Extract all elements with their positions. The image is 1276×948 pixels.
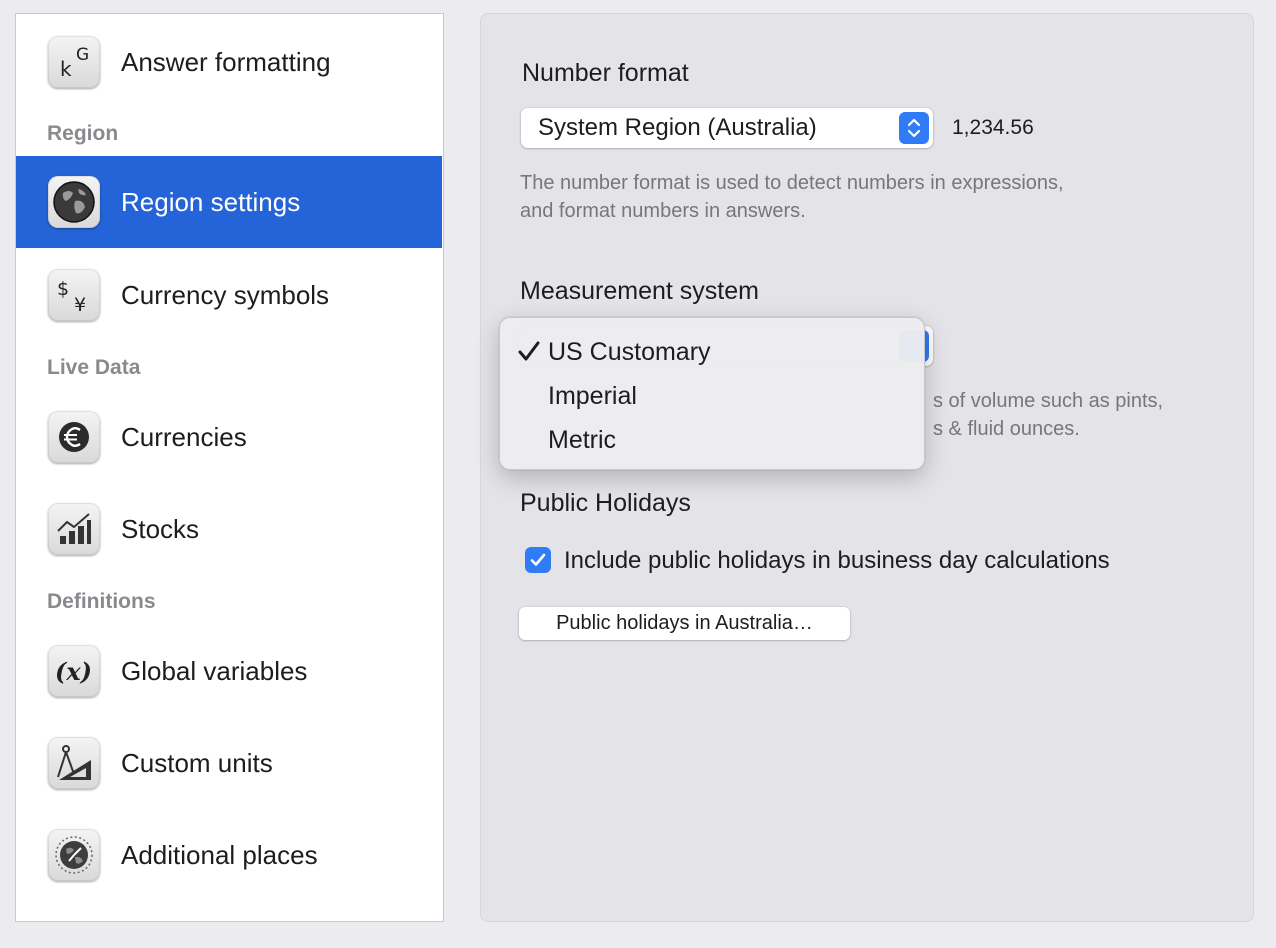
measurement-description-line2: s & fluid ounces. — [933, 418, 1080, 440]
icon-glyph-k: k — [60, 57, 72, 81]
sidebar-item-label: Additional places — [121, 839, 318, 870]
sidebar-item-currency-symbols[interactable]: $ ¥ Currency symbols — [16, 249, 442, 341]
icon-glyph-yen: ¥ — [74, 294, 86, 315]
sidebar-item-custom-units[interactable]: Custom units — [16, 717, 442, 809]
number-format-example: 1,234.56 — [952, 116, 1034, 139]
sidebar-item-label: Stocks — [121, 513, 200, 544]
sidebar-item-label: Global variables — [121, 655, 308, 686]
sidebar-item-label: Custom units — [121, 747, 273, 778]
globe-icon — [48, 176, 100, 228]
menu-item-us-customary[interactable]: US Customary — [500, 330, 924, 374]
number-format-popup[interactable]: System Region (Australia) — [521, 108, 933, 148]
measurement-system-menu: US Customary Imperial Metric — [499, 317, 925, 470]
answer-formatting-icon: k G — [48, 36, 100, 88]
chevron-up-down-icon — [899, 112, 929, 144]
section-region: Region — [47, 122, 119, 145]
menu-item-label: Metric — [548, 426, 617, 454]
menu-item-metric[interactable]: Metric — [500, 418, 924, 462]
include-holidays-checkbox[interactable] — [525, 547, 551, 573]
checkmark-icon — [530, 553, 546, 566]
sidebar-item-global-variables[interactable]: (x) Global variables — [16, 625, 442, 717]
measurement-system-heading: Measurement system — [520, 277, 759, 305]
icon-glyph-dollar: $ — [57, 278, 69, 300]
icon-glyph-x: (x) — [55, 657, 92, 686]
menu-item-label: Imperial — [548, 382, 637, 410]
section-live-data: Live Data — [47, 356, 141, 379]
stocks-chart-icon — [48, 503, 100, 555]
menu-item-imperial[interactable]: Imperial — [500, 374, 924, 418]
public-holidays-button[interactable]: Public holidays in Australia… — [519, 607, 850, 640]
sidebar-item-region-settings[interactable]: Region settings — [16, 156, 442, 248]
icon-glyph-g: G — [76, 45, 89, 65]
euro-coin-icon — [48, 411, 100, 463]
sidebar: k G Answer formatting Region Region sett… — [15, 13, 444, 922]
sidebar-item-label: Region settings — [121, 186, 301, 217]
world-clock-icon — [48, 829, 100, 881]
compass-ruler-icon — [48, 737, 100, 789]
menu-item-label: US Customary — [548, 338, 711, 366]
sidebar-item-additional-places[interactable]: Additional places — [16, 809, 442, 901]
variable-x-icon: (x) — [48, 645, 100, 697]
number-format-heading: Number format — [522, 59, 689, 87]
measurement-description-line1: s of volume such as pints, — [933, 390, 1164, 412]
currency-symbols-icon: $ ¥ — [48, 269, 100, 321]
section-definitions: Definitions — [47, 590, 156, 613]
number-format-description-line1: The number format is used to detect numb… — [520, 172, 1064, 194]
sidebar-item-label: Currencies — [121, 421, 247, 452]
number-format-description-line2: and format numbers in answers. — [520, 200, 806, 222]
sidebar-item-label: Currency symbols — [121, 279, 330, 310]
public-holidays-heading: Public Holidays — [520, 489, 691, 517]
sidebar-item-answer-formatting[interactable]: k G Answer formatting — [16, 16, 442, 108]
sidebar-item-stocks[interactable]: Stocks — [16, 483, 442, 575]
sidebar-item-currencies[interactable]: Currencies — [16, 391, 442, 483]
include-holidays-label[interactable]: Include public holidays in business day … — [564, 547, 1110, 575]
sidebar-item-label: Answer formatting — [121, 46, 331, 77]
checkmark-icon — [518, 341, 540, 361]
number-format-value: System Region (Australia) — [538, 114, 817, 141]
